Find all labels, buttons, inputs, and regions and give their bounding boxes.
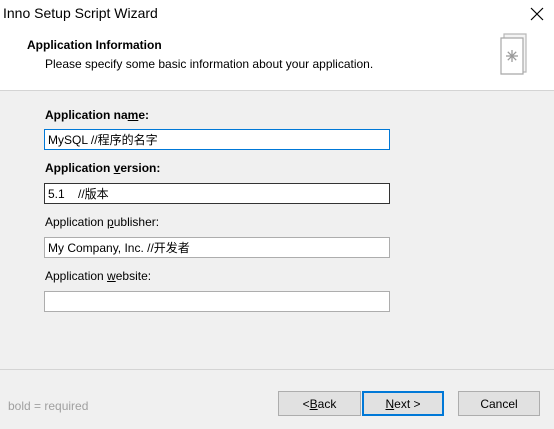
page-subtitle: Please specify some basic information ab… (45, 57, 374, 71)
window-title: Inno Setup Script Wizard (3, 5, 158, 21)
close-icon (530, 7, 544, 21)
required-legend: bold = required (8, 399, 89, 413)
app-website-label: Application website: (45, 269, 152, 283)
back-button[interactable]: < Back (278, 391, 361, 416)
form-area: Application name: Application version: A… (0, 91, 554, 369)
next-button[interactable]: Next > (362, 391, 444, 416)
close-button[interactable] (520, 0, 554, 28)
app-version-input[interactable] (44, 183, 390, 204)
page-title: Application Information (27, 38, 162, 52)
wizard-page-icon (500, 33, 527, 75)
app-publisher-input[interactable] (44, 237, 390, 258)
wizard-header: Application Information Please specify s… (0, 28, 554, 91)
app-version-label: Application version: (45, 161, 161, 175)
cancel-button[interactable]: Cancel (458, 391, 540, 416)
app-name-label: Application name: (45, 108, 150, 122)
app-website-input[interactable] (44, 291, 390, 312)
wizard-footer: bold = required < Back Next > Cancel (0, 370, 554, 429)
title-bar: Inno Setup Script Wizard (0, 0, 554, 28)
app-publisher-label: Application publisher: (45, 215, 160, 229)
app-name-input[interactable] (44, 129, 390, 150)
